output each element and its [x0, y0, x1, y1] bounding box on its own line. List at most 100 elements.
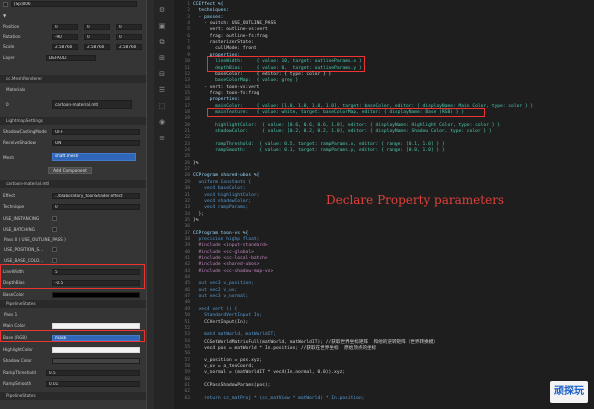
- position-z-input[interactable]: 0: [116, 23, 142, 30]
- ramp-smooth-row: RampSmooth 0.01: [0, 379, 146, 388]
- technique-row: Technique 0: [0, 202, 146, 211]
- shadow-casting-select[interactable]: OFF: [52, 128, 140, 135]
- code-line: CCPassShadowParams(pos);: [193, 383, 271, 388]
- panel-splitter[interactable]: [146, 0, 154, 409]
- rotation-y-input[interactable]: 0: [84, 33, 110, 40]
- lightmap-settings-header[interactable]: LightmapSettings: [0, 117, 146, 125]
- node-active-checkbox[interactable]: [3, 2, 8, 7]
- code-line: rampThreshold: { value: 0.5, target: ram…: [193, 141, 445, 147]
- highlight-color-swatch[interactable]: [52, 346, 140, 353]
- use-position-checkbox[interactable]: [52, 247, 57, 252]
- line-number: 57: [184, 357, 190, 363]
- position-x-input[interactable]: 0: [52, 23, 78, 30]
- main-color-swatch[interactable]: [52, 322, 140, 329]
- code-line: return cc_matProj * (cc_matView * matWor…: [193, 395, 365, 401]
- scale-y-input[interactable]: 2.58760: [84, 43, 110, 50]
- line-number: 2: [187, 8, 190, 14]
- pass0-row[interactable]: Pass 0 ( USE_OUTLINE_PASS ): [0, 235, 146, 244]
- scale-z-input[interactable]: 2.58760: [116, 43, 142, 50]
- gutter-tool-icon[interactable]: ≡: [158, 134, 166, 142]
- main-color-row: Main Color: [0, 321, 146, 330]
- shadow-color-row: Shadow Color: [0, 356, 146, 365]
- gutter-tool-icon[interactable]: ⊞: [158, 54, 166, 62]
- material-header[interactable]: cartoon-material.mtl: [0, 180, 146, 188]
- code-line: out vec2 v_uv;: [193, 287, 238, 293]
- shadow-casting-label: ShadowCastingMode: [3, 129, 47, 134]
- line-number: 12: [184, 71, 190, 77]
- code-line: mat4 matWorld, matWorldIT;: [193, 332, 276, 338]
- receive-shadow-select[interactable]: ON: [52, 139, 140, 146]
- line-number: 16: [184, 97, 190, 103]
- code-line: out vec3 v_position;: [193, 281, 254, 287]
- layer-select[interactable]: DEFAULT: [46, 54, 96, 61]
- code-line: CCProgram toon-vs %{: [193, 230, 249, 236]
- gutter-tool-icon[interactable]: ◉: [158, 118, 166, 126]
- use-instancing-row: USE_INSTANCING: [0, 214, 146, 223]
- code-line: v_uv = a_texCoord;: [193, 363, 254, 369]
- line-number: 42: [184, 262, 190, 268]
- line-number: 19: [184, 116, 190, 122]
- line-number: 20: [184, 122, 190, 128]
- gutter-tool-icon[interactable]: ▣: [158, 22, 166, 30]
- material-index-label: 0: [6, 101, 9, 107]
- ramp-smooth-input[interactable]: 0.01: [46, 380, 140, 387]
- node-name-field[interactable]: [Sp]006: [11, 1, 137, 7]
- code-line: shadowColor: { value: [0.2, 0.2, 0.2, 1.…: [193, 129, 492, 134]
- effect-select[interactable]: ../blaboratory_toonShader.effect: [52, 192, 140, 199]
- line-number: 31: [184, 192, 190, 198]
- gutter-tool-icon[interactable]: ⧉: [158, 38, 166, 46]
- gutter-tool-icon[interactable]: ⚙: [158, 6, 166, 14]
- rotation-x-input[interactable]: -90: [52, 33, 78, 40]
- base-color-swatch[interactable]: [52, 291, 140, 298]
- code-line: CCEffect %{: [193, 2, 224, 7]
- line-number: 54: [184, 338, 190, 344]
- pass1-row[interactable]: Pass 1: [0, 310, 146, 319]
- code-line: cullMode: front: [193, 46, 257, 52]
- ramp-threshold-label: RampThreshold: [3, 370, 36, 375]
- line-number: 27: [184, 167, 190, 173]
- code-line: rasterizerState:: [193, 40, 254, 46]
- code-line: vec4 baseColor;: [193, 186, 246, 192]
- position-y-input[interactable]: 0: [84, 23, 110, 30]
- code-line: v_normal = (matWorldIT * vec4(In.normal,…: [193, 370, 346, 376]
- line-number: 15: [184, 90, 190, 96]
- code-line: vec4 shadowColor;: [193, 198, 252, 204]
- use-base-color-checkbox[interactable]: [52, 258, 57, 263]
- line-number: 41: [184, 256, 190, 261]
- code-line: #include <cc-local-batch>: [193, 256, 268, 261]
- pass0-label: Pass 0 ( USE_OUTLINE_PASS ): [4, 237, 66, 242]
- line-number: 7: [187, 40, 190, 46]
- line-number: 43: [184, 268, 190, 274]
- annotation-text: Declare Property parameters: [326, 193, 505, 207]
- rotation-z-input[interactable]: 0: [116, 33, 142, 40]
- code-line: uniform Constants {: [193, 179, 252, 185]
- pipeline-states2-header[interactable]: PipelineStates: [0, 392, 146, 400]
- code-line: lineWidth: { value: 10, target: outlineP…: [193, 59, 362, 65]
- shadow-color-swatch[interactable]: [52, 357, 140, 364]
- code-line: CCProgram shared-ubos %{: [193, 173, 260, 179]
- code-line: #include <shared-ubos>: [193, 262, 260, 268]
- use-batching-checkbox[interactable]: [52, 227, 57, 232]
- pipeline-states-header[interactable]: PipelineStates: [0, 300, 146, 308]
- technique-select[interactable]: 0: [52, 203, 140, 210]
- gutter-tool-icon[interactable]: ⊟: [158, 70, 166, 78]
- gutter-tool-icon[interactable]: ⬚: [158, 102, 166, 110]
- mesh-renderer-header[interactable]: cc.MeshRenderer: [0, 75, 146, 83]
- scale-x-input[interactable]: 2.58760: [52, 43, 78, 50]
- effect-label: Effect: [3, 193, 16, 198]
- highlight-main-texture: [0, 330, 145, 342]
- code-line: - passes:: [193, 14, 224, 20]
- line-number: 62: [184, 389, 190, 395]
- line-number: 47: [184, 294, 190, 300]
- mesh-field[interactable]: shaft.mesh: [52, 153, 136, 161]
- node-icon: ▼: [3, 13, 7, 18]
- add-component-button[interactable]: Add Component: [48, 167, 92, 174]
- code-line: vec4 highlightColor;: [193, 192, 260, 198]
- line-number: 56: [184, 351, 190, 357]
- material-slot-field[interactable]: cartoon-material.mtl: [52, 99, 132, 109]
- ramp-threshold-input[interactable]: 0.5: [46, 369, 140, 376]
- gutter-tool-icon[interactable]: ☰: [158, 86, 166, 94]
- line-number: 63: [184, 395, 190, 401]
- line-number: 10: [184, 59, 190, 65]
- use-instancing-checkbox[interactable]: [52, 216, 57, 221]
